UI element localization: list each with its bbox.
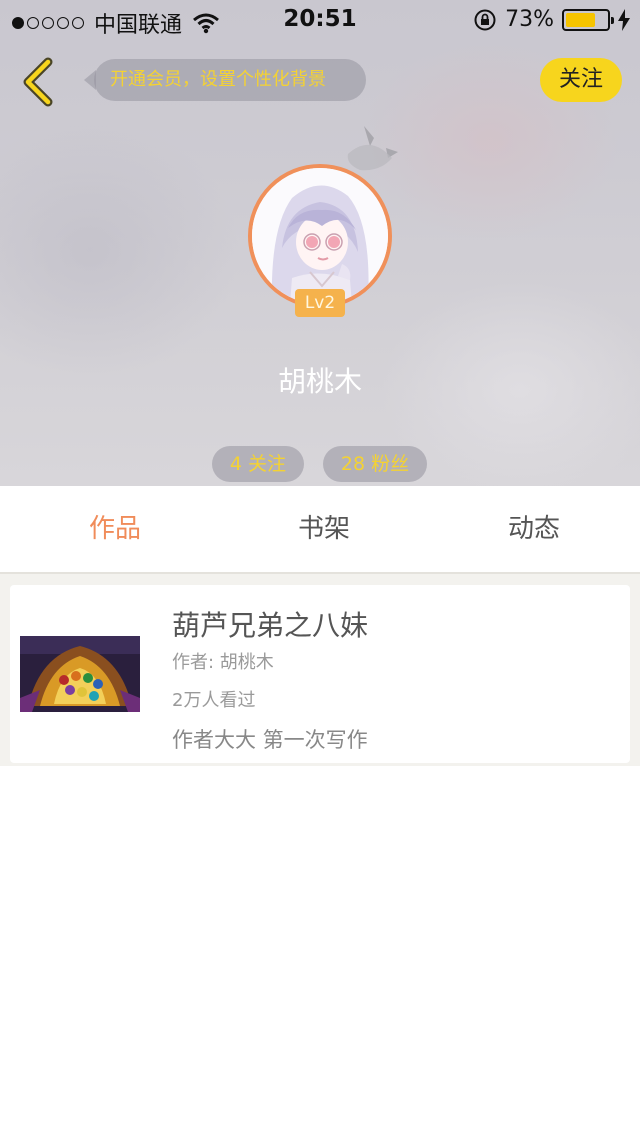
cover-illustration xyxy=(20,636,140,712)
avatar-illustration xyxy=(252,168,388,304)
vip-background-tip[interactable]: 开通会员，设置个性化背景 xyxy=(84,59,366,101)
decoration-icon xyxy=(347,126,398,171)
battery-percent: 73% xyxy=(505,7,554,32)
profile-username: 胡桃木 xyxy=(277,365,362,398)
back-chevron-icon[interactable] xyxy=(18,56,58,108)
battery-icon xyxy=(562,8,614,31)
followers-count[interactable]: 28 粉丝 xyxy=(323,446,427,482)
tab-bookshelf[interactable]: 书架 xyxy=(219,486,429,572)
status-right: 73% xyxy=(473,7,630,32)
tab-activity[interactable]: 动态 xyxy=(429,486,639,572)
following-count[interactable]: 4 关注 xyxy=(212,446,304,482)
level-badge: Lv2 xyxy=(295,289,345,317)
background-blur xyxy=(0,120,240,380)
status-bar: 中国联通 20:51 73% xyxy=(0,0,640,40)
work-description: 作者大大 第一次写作 xyxy=(172,728,368,752)
work-views: 2万人看过 xyxy=(172,690,256,711)
work-author: 作者: 胡桃木 xyxy=(172,652,274,673)
profile-tabs: 作品 书架 动态 xyxy=(0,486,640,572)
avatar[interactable] xyxy=(248,164,392,308)
work-title[interactable]: 葫芦兄弟之八妹 xyxy=(172,604,368,644)
battery-fill xyxy=(566,12,596,27)
tab-works[interactable]: 作品 xyxy=(10,486,220,572)
follow-button[interactable]: 关注 xyxy=(540,58,622,102)
rotation-lock-icon xyxy=(474,9,496,30)
charging-bolt-icon xyxy=(618,8,630,31)
work-cover-image xyxy=(20,636,140,712)
profile-screen: 中国联通 20:51 73% 开通会员，设置个性化背景 关注 Lv2 胡桃木 4… xyxy=(0,0,640,1136)
